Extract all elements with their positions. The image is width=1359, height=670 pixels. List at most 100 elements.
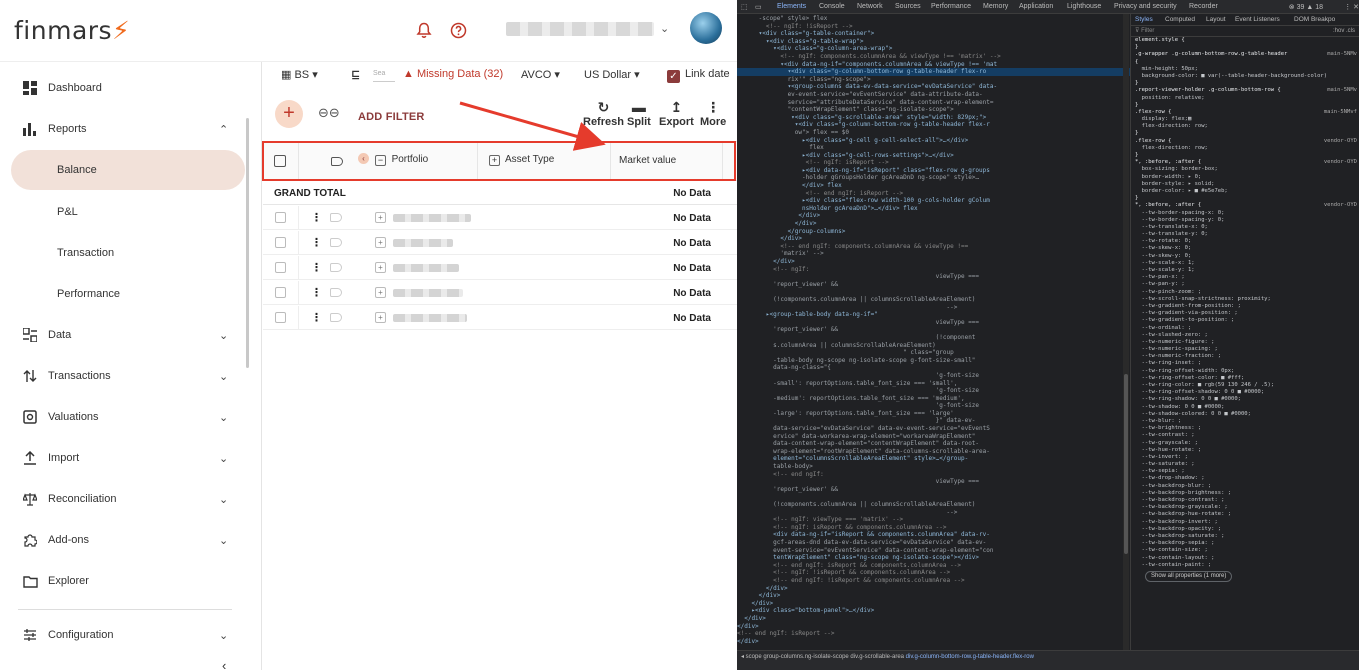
- style-rule-line[interactable]: border-color: ▸ ■ #e5e7eb;: [1131, 188, 1359, 195]
- dom-node-line[interactable]: 'g-font-size: [737, 372, 1130, 380]
- style-rule-line[interactable]: --tw-blur: ;: [1131, 418, 1359, 425]
- dom-node-line[interactable]: </div>: [737, 623, 1130, 631]
- style-rule-line[interactable]: --tw-pinch-zoom: ;: [1131, 289, 1359, 296]
- dom-node-line[interactable]: <!-- ngIf:: [737, 266, 1130, 274]
- chevron-down-icon[interactable]: ⌄: [219, 629, 228, 642]
- dom-node-line[interactable]: }" data-ev-: [737, 417, 1130, 425]
- tag-icon[interactable]: [331, 157, 343, 166]
- style-rule-line[interactable]: --tw-ring-offset-shadow: 0 0 ■ #0000;: [1131, 389, 1359, 396]
- dom-node-line[interactable]: </div>: [737, 615, 1130, 623]
- dom-node-line[interactable]: 'matrix' -->: [737, 250, 1130, 258]
- style-rule-line[interactable]: element.style {: [1131, 37, 1359, 44]
- dom-node-line[interactable]: -->: [737, 304, 1130, 312]
- dom-node-line[interactable]: 'g-font-size: [737, 387, 1130, 395]
- dom-node-line[interactable]: 'report_viewer' &&: [737, 281, 1130, 289]
- expand-row-icon[interactable]: +: [375, 237, 386, 248]
- tab-memory[interactable]: Memory: [983, 3, 1008, 10]
- dom-node-line[interactable]: </div>: [737, 258, 1130, 266]
- dom-node-line[interactable]: <!-- end ngIf: isReport -->: [737, 630, 1130, 638]
- style-rule-line[interactable]: --tw-backdrop-contrast: ;: [1131, 497, 1359, 504]
- style-rule-line[interactable]: .report-viewer-holder .g-column-bottom-r…: [1131, 87, 1359, 94]
- dom-node-line[interactable]: viewType ===: [737, 478, 1130, 486]
- sidebar-subitem-pnl[interactable]: P&L: [11, 192, 245, 232]
- style-source-link[interactable]: vendor-OYD: [1324, 138, 1357, 145]
- style-rule-line[interactable]: --tw-contain-size: ;: [1131, 547, 1359, 554]
- dom-node-line[interactable]: </div>: [737, 585, 1130, 593]
- sidebar-item-transactions[interactable]: Transactions ⌄: [0, 356, 246, 396]
- sidebar-subitem-transaction[interactable]: Transaction: [11, 233, 245, 273]
- expand-row-icon[interactable]: +: [375, 287, 386, 298]
- dom-node-line[interactable]: </div> flex: [737, 182, 1130, 190]
- tab-computed[interactable]: Computed: [1165, 16, 1195, 23]
- dom-node-line[interactable]: ▸<div data-ng-if="isReport" class="flex-…: [737, 167, 1130, 175]
- style-rules[interactable]: element.style {} .g-wrapper .g-column-bot…: [1131, 37, 1359, 569]
- sidebar-item-reconciliation[interactable]: Reconciliation ⌄: [0, 479, 246, 519]
- row-menu-icon[interactable]: ⋮: [311, 261, 322, 274]
- style-rule-line[interactable]: --tw-backdrop-blur: ;: [1131, 483, 1359, 490]
- style-rule-line[interactable]: --tw-skew-x: 0;: [1131, 245, 1359, 252]
- dom-node-line[interactable]: -large': reportOptions.table_font_size =…: [737, 410, 1130, 418]
- dom-node-line[interactable]: ▸<div class="g-cell-rows-settings">…</di…: [737, 152, 1130, 160]
- dom-node-line[interactable]: " class="group: [737, 349, 1130, 357]
- collapse-groups-icon[interactable]: ‹: [358, 153, 369, 164]
- dom-node-line[interactable]: 'report_viewer' &&: [737, 326, 1130, 334]
- dom-node-line[interactable]: (!component: [737, 334, 1130, 342]
- avatar[interactable]: [690, 12, 722, 44]
- row-menu-icon[interactable]: ⋮: [311, 211, 322, 224]
- style-rule-line[interactable]: position: relative;: [1131, 95, 1359, 102]
- style-rule-line[interactable]: {: [1131, 59, 1359, 66]
- style-rule-line[interactable]: --tw-contain-layout: ;: [1131, 555, 1359, 562]
- dom-node-line[interactable]: element="columnsScrollableAreaElement" s…: [737, 455, 1130, 463]
- dom-node-line[interactable]: (!components.columnArea || columnsScroll…: [737, 501, 1130, 509]
- dom-node-line[interactable]: nsHolder gcAreaDnD">…</div> flex: [737, 205, 1130, 213]
- bell-icon[interactable]: [413, 19, 435, 41]
- help-icon[interactable]: [447, 19, 469, 41]
- style-rule-line[interactable]: --tw-invert: ;: [1131, 454, 1359, 461]
- style-source-link[interactable]: main-5NMv: [1327, 87, 1357, 94]
- row-checkbox[interactable]: [275, 237, 286, 248]
- sidebar-item-valuations[interactable]: Valuations ⌄: [0, 397, 246, 437]
- dom-node-line[interactable]: ▸<div class="g-cell g-cell-select-all">……: [737, 137, 1130, 145]
- style-rule-line[interactable]: --tw-numeric-figure: ;: [1131, 339, 1359, 346]
- dom-node-line[interactable]: <!-- ngIf: components.columnArea && view…: [737, 53, 1130, 61]
- dom-node-line[interactable]: event-service="evEventService" data-cont…: [737, 547, 1130, 555]
- table-row[interactable]: ⋮ + No Data: [263, 206, 737, 230]
- dom-node-line[interactable]: service="attributeDataService" data-cont…: [737, 99, 1130, 107]
- dom-node-line[interactable]: 'g-font-size: [737, 402, 1130, 410]
- table-row[interactable]: ⋮ + No Data: [263, 306, 737, 330]
- breadcrumb-item[interactable]: div.g-column-bottom-row.g-table-header.f…: [904, 654, 1034, 660]
- dom-node-line[interactable]: ▾<div class="g-column-area-wrap">: [737, 45, 1130, 53]
- styles-filter-input[interactable]: ⊽ Filter :hov .cls: [1131, 26, 1359, 37]
- dom-node-line[interactable]: ▾<div class="g-column-bottom-row g-table…: [737, 68, 1130, 76]
- style-rule-line[interactable]: background-color: ■ var(--table-header-b…: [1131, 73, 1359, 80]
- issue-badges[interactable]: ⊗ 39 ▲ 18: [1289, 3, 1323, 11]
- style-rule-line[interactable]: }: [1131, 44, 1359, 51]
- logo[interactable]: finmars⚡: [14, 16, 130, 45]
- user-name-redacted[interactable]: [506, 22, 654, 36]
- column-header-asset-type[interactable]: + Asset Type: [489, 154, 554, 166]
- inspect-icon[interactable]: ⬚: [741, 3, 748, 11]
- tab-privacy-security[interactable]: Privacy and security: [1114, 3, 1177, 10]
- dom-node-line[interactable]: </div>: [737, 600, 1130, 608]
- table-row[interactable]: ⋮ + No Data: [263, 281, 737, 305]
- dom-node-line[interactable]: ▸<div class="bottom-panel">…</div>: [737, 607, 1130, 615]
- style-rule-line[interactable]: --tw-backdrop-brightness: ;: [1131, 490, 1359, 497]
- dom-node-line[interactable]: <!-- ngIf: !isReport -->: [737, 23, 1130, 31]
- refresh-button[interactable]: ↻ Refresh: [583, 100, 624, 128]
- style-rule-line[interactable]: --tw-pan-x: ;: [1131, 274, 1359, 281]
- row-checkbox[interactable]: [275, 212, 286, 223]
- row-checkbox[interactable]: [275, 312, 286, 323]
- style-rule-line[interactable]: --tw-scale-y: 1;: [1131, 267, 1359, 274]
- tab-recorder[interactable]: Recorder: [1189, 3, 1218, 10]
- style-rule-line[interactable]: }: [1131, 80, 1359, 87]
- style-rule-line[interactable]: --tw-scroll-snap-strictness: proximity;: [1131, 296, 1359, 303]
- user-menu-chevron-icon[interactable]: ⌄: [660, 22, 669, 35]
- style-rule-line[interactable]: --tw-gradient-from-position: ;: [1131, 303, 1359, 310]
- chevron-down-icon[interactable]: ⌄: [219, 493, 228, 506]
- dom-node-line[interactable]: ev-event-service="evEventService" data-a…: [737, 91, 1130, 99]
- tab-styles[interactable]: Styles: [1135, 16, 1153, 23]
- style-rule-line[interactable]: --tw-translate-y: 0;: [1131, 231, 1359, 238]
- row-checkbox[interactable]: [275, 287, 286, 298]
- elements-scrollbar[interactable]: [1123, 14, 1129, 656]
- dom-node-line[interactable]: 'report_viewer' &&: [737, 486, 1130, 494]
